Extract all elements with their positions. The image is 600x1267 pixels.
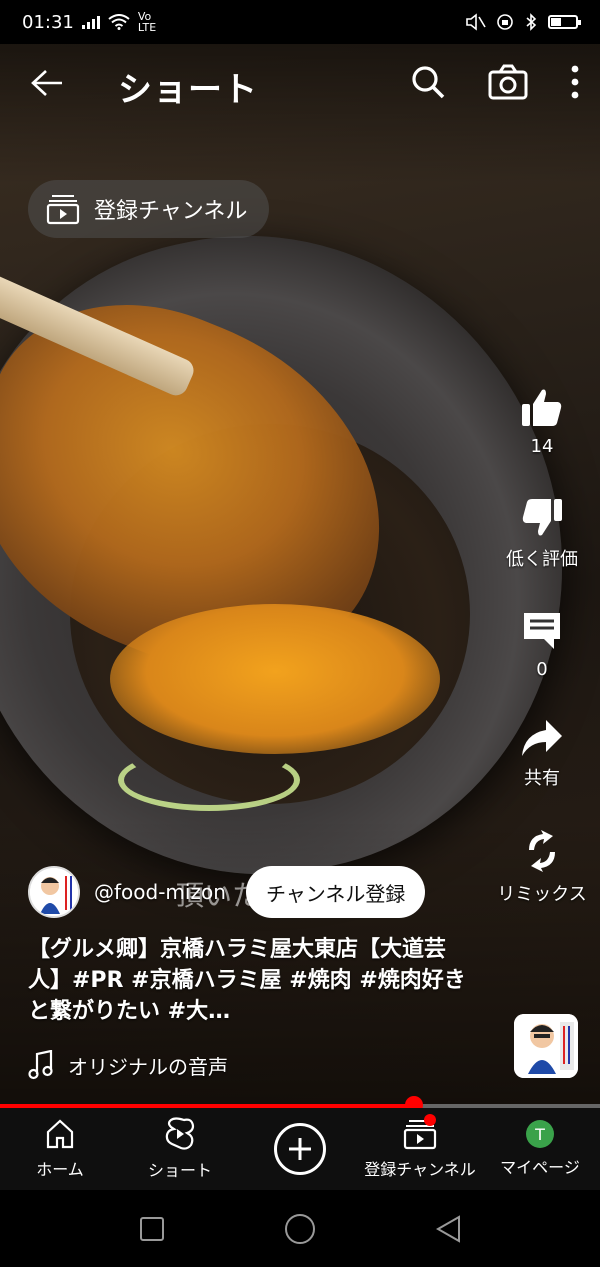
wifi-icon (108, 14, 130, 30)
more-vert-icon[interactable] (570, 64, 580, 100)
home-icon (46, 1119, 74, 1149)
signal-icon (81, 15, 100, 29)
share-icon (522, 720, 562, 756)
channel-avatar[interactable] (28, 866, 80, 918)
nav-create[interactable] (240, 1108, 360, 1190)
shorts-screen: 01:31 Vo LTE ショート 登録チャンネル 14 低く評価 0 共有 リ… (0, 0, 600, 1267)
new-content-badge (424, 1114, 436, 1126)
battery-icon (548, 15, 581, 29)
status-bar: 01:31 Vo LTE (0, 0, 600, 44)
sound-row[interactable]: オリジナルの音声 (28, 1050, 228, 1080)
green-onion-image (118, 749, 300, 811)
nav-subscriptions[interactable]: 登録チャンネル (360, 1108, 480, 1190)
nav-shorts-label: ショート (147, 1161, 212, 1180)
nav-home[interactable]: ホーム (0, 1108, 120, 1190)
shorts-icon (165, 1117, 195, 1150)
back-triangle-icon[interactable] (435, 1214, 461, 1243)
bluetooth-icon (526, 13, 537, 31)
comment-count: 0 (536, 659, 548, 680)
search-icon[interactable] (410, 64, 446, 100)
caricature-avatar-icon (30, 868, 78, 916)
bottom-nav: ホーム ショート 登録チャンネル T マイページ (0, 1108, 600, 1190)
volte-label: Vo LTE (137, 10, 157, 34)
subscriptions-icon (46, 195, 80, 225)
share-button[interactable]: 共有 (520, 718, 564, 790)
nav-subscriptions-label: 登録チャンネル (364, 1160, 476, 1179)
thumbs-up-icon (522, 389, 562, 426)
comment-icon (524, 613, 560, 649)
nav-you-label: マイページ (500, 1158, 580, 1177)
subscribe-button[interactable]: チャンネル登録 (246, 866, 426, 918)
thumbs-down-icon (522, 499, 562, 536)
dislike-button[interactable]: 低く評価 (506, 495, 578, 571)
sound-thumbnail[interactable] (514, 1014, 578, 1078)
plus-icon (289, 1138, 311, 1160)
user-avatar: T (526, 1120, 554, 1148)
status-time: 01:31 (22, 11, 74, 33)
data-saver-icon (497, 14, 513, 30)
share-label: 共有 (524, 768, 560, 789)
nav-shorts[interactable]: ショート (120, 1108, 240, 1190)
create-button[interactable] (274, 1123, 326, 1175)
action-rail: 14 低く評価 0 共有 リミックス (494, 386, 590, 944)
top-actions (410, 64, 580, 100)
sound-label: オリジナルの音声 (68, 1054, 228, 1079)
subscriptions-chip[interactable]: 登録チャンネル (28, 180, 270, 238)
egg-yolk-image (110, 604, 440, 754)
page-title: ショート (118, 70, 258, 110)
nav-you[interactable]: T マイページ (480, 1108, 600, 1190)
remix-label: リミックス (497, 884, 587, 905)
caricature-avatar-icon (514, 1014, 578, 1078)
nav-home-label: ホーム (36, 1160, 84, 1179)
dislike-label: 低く評価 (506, 549, 578, 570)
home-circle-icon[interactable] (284, 1213, 316, 1245)
system-nav-bar (0, 1190, 600, 1267)
remix-icon (529, 830, 555, 872)
like-button[interactable]: 14 (520, 386, 564, 457)
remix-button[interactable]: リミックス (497, 828, 587, 906)
like-count: 14 (530, 436, 554, 457)
music-note-icon (28, 1050, 53, 1080)
video-caption[interactable]: 【グルメ卿】京橋ハラミ屋大東店【大道芸人】#PR #京橋ハラミ屋 #焼肉 #焼肉… (28, 934, 468, 1027)
comment-button[interactable]: 0 (520, 609, 564, 680)
recents-icon[interactable] (139, 1216, 165, 1242)
subscriptions-chip-label: 登録チャンネル (94, 199, 248, 224)
mute-icon (466, 13, 486, 31)
back-arrow-icon[interactable] (30, 68, 64, 98)
camera-icon[interactable] (488, 64, 528, 100)
